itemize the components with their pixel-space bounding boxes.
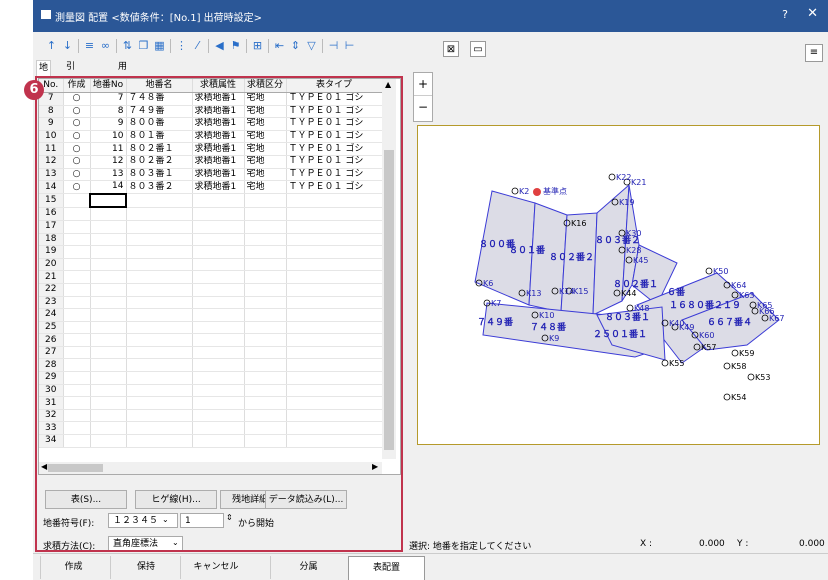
- point-label: K16: [571, 219, 586, 228]
- title-bar: 測量図 配置 <数値条件：[No.1] 出荷時設定> ? ✕: [33, 0, 828, 32]
- zoom-fit-icon[interactable]: ⊠: [443, 41, 459, 57]
- survey-point-icon[interactable]: [747, 373, 755, 381]
- help-button[interactable]: ?: [782, 8, 788, 21]
- columns-icon[interactable]: ⋮: [174, 37, 189, 55]
- point-label: K28: [626, 246, 641, 255]
- point-label: K9: [549, 334, 559, 343]
- survey-point-icon[interactable]: [705, 267, 713, 275]
- zoom-out-icon[interactable]: −: [414, 95, 432, 118]
- point-label: K59: [739, 349, 754, 358]
- sound-icon[interactable]: ◀: [212, 37, 227, 55]
- copy-icon[interactable]: ❐: [136, 37, 151, 55]
- find-icon[interactable]: ∞: [98, 37, 113, 55]
- lot-label: ８０１番: [509, 244, 546, 256]
- hyohaichi-button[interactable]: 表配置: [348, 556, 425, 580]
- funnel-icon[interactable]: ▽: [304, 37, 319, 55]
- close-button[interactable]: ✕: [807, 6, 818, 21]
- keep-button[interactable]: 保持: [110, 556, 181, 579]
- lot-label: ８０２番２: [549, 251, 594, 263]
- point-label: K14: [559, 287, 574, 296]
- point-label: K30: [626, 229, 641, 238]
- frame-icon[interactable]: ⊞: [250, 37, 265, 55]
- origin-label: 基準点: [543, 186, 567, 196]
- merge-icon[interactable]: ⊢: [342, 37, 357, 55]
- survey-point-icon[interactable]: [731, 349, 739, 357]
- survey-point-icon[interactable]: [608, 173, 616, 181]
- sort-icon[interactable]: ⇅: [120, 37, 135, 55]
- point-label: K45: [633, 256, 648, 265]
- point-label: K53: [755, 373, 770, 382]
- point-label: K64: [731, 281, 746, 290]
- list-icon[interactable]: ≡: [82, 37, 97, 55]
- point-label: K63: [739, 291, 754, 300]
- lot-label: ２５０１番１: [593, 328, 647, 340]
- arrow-icon[interactable]: ⇤: [272, 37, 287, 55]
- point-label: K57: [701, 343, 716, 352]
- point-label: K44: [621, 289, 636, 298]
- tab-insho-kyokai[interactable]: 引照境界: [64, 60, 77, 117]
- menu-icon[interactable]: ≡: [805, 44, 823, 62]
- lot-label: ７４８番: [530, 321, 567, 333]
- point-label: K60: [699, 331, 714, 340]
- status-bar: 選択: 地番を指定してください X : 0.000 Y : 0.000: [407, 538, 828, 552]
- window-icon: [41, 10, 51, 19]
- page-icon[interactable]: ▭: [470, 41, 486, 57]
- move-up-icon[interactable]: ↑: [44, 37, 59, 55]
- grid-icon[interactable]: ▦: [152, 37, 167, 55]
- point-label: K15: [573, 287, 588, 296]
- point-label: K54: [731, 393, 746, 402]
- point-label: K67: [769, 314, 784, 323]
- diagonal-icon[interactable]: ⁄: [190, 37, 205, 55]
- lot-label: ６番: [667, 286, 686, 298]
- point-label: K48: [634, 304, 649, 313]
- point-label: K6: [483, 279, 493, 288]
- point-label: K13: [526, 289, 541, 298]
- point-label: K55: [669, 359, 684, 368]
- toolbar: ↑ ↓ ≡ ∞ ⇅ ❐ ▦ ⋮ ⁄ ◀ ⚑ ⊞ ⇤ ⇕ ▽ ⊣ ⊢: [36, 37, 406, 59]
- point-label: K19: [619, 198, 634, 207]
- survey-point-icon[interactable]: [723, 362, 731, 370]
- cancel-button[interactable]: キャンセル: [180, 556, 251, 579]
- flag-icon[interactable]: ⚑: [228, 37, 243, 55]
- tab-yoshi-waritsuke[interactable]: 用紙割付: [116, 60, 129, 117]
- expand-icon[interactable]: ⇕: [288, 37, 303, 55]
- tab-chiban[interactable]: 地番: [36, 60, 52, 88]
- point-label: K50: [713, 267, 728, 276]
- lot-label: ６６７番４: [707, 316, 752, 328]
- survey-point-icon[interactable]: [511, 187, 519, 195]
- bunzoku-button[interactable]: 分属: [270, 556, 346, 579]
- create-button[interactable]: 作成: [40, 556, 106, 579]
- point-label: K10: [539, 311, 554, 320]
- split-icon[interactable]: ⊣: [326, 37, 341, 55]
- point-label: K22: [616, 173, 631, 182]
- point-label: K7: [491, 299, 501, 308]
- step-badge: 6: [24, 80, 44, 100]
- survey-point-icon[interactable]: [723, 393, 731, 401]
- zoom-in-icon[interactable]: +: [414, 73, 432, 95]
- y-value: 0.000: [799, 539, 825, 549]
- status-message: 選択: 地番を指定してください: [409, 542, 532, 552]
- lot-label: １６８０番２１９: [669, 299, 741, 311]
- x-value: 0.000: [699, 539, 725, 549]
- highlight-frame: [35, 76, 403, 552]
- point-label: K49: [679, 323, 694, 332]
- point-label: K58: [731, 362, 746, 371]
- survey-point-icon[interactable]: [626, 304, 634, 312]
- point-label: K21: [631, 178, 646, 187]
- x-label: X :: [640, 539, 653, 549]
- move-down-icon[interactable]: ↓: [60, 37, 75, 55]
- survey-point-icon[interactable]: [661, 359, 669, 367]
- window-title: 測量図 配置 <数値条件：[No.1] 出荷時設定>: [55, 13, 263, 24]
- y-label: Y :: [737, 539, 749, 549]
- lot-label: ７４９番: [477, 316, 514, 328]
- zoom-panel: + −: [413, 72, 433, 122]
- lot-polygon[interactable]: [560, 212, 598, 316]
- origin-point-icon: [533, 188, 541, 196]
- point-label: K2: [519, 187, 529, 196]
- survey-map[interactable]: ８００番８０１番８０２番２８０３番２８０２番１８０３番１７４９番 ７４８番２５０１…: [417, 125, 820, 445]
